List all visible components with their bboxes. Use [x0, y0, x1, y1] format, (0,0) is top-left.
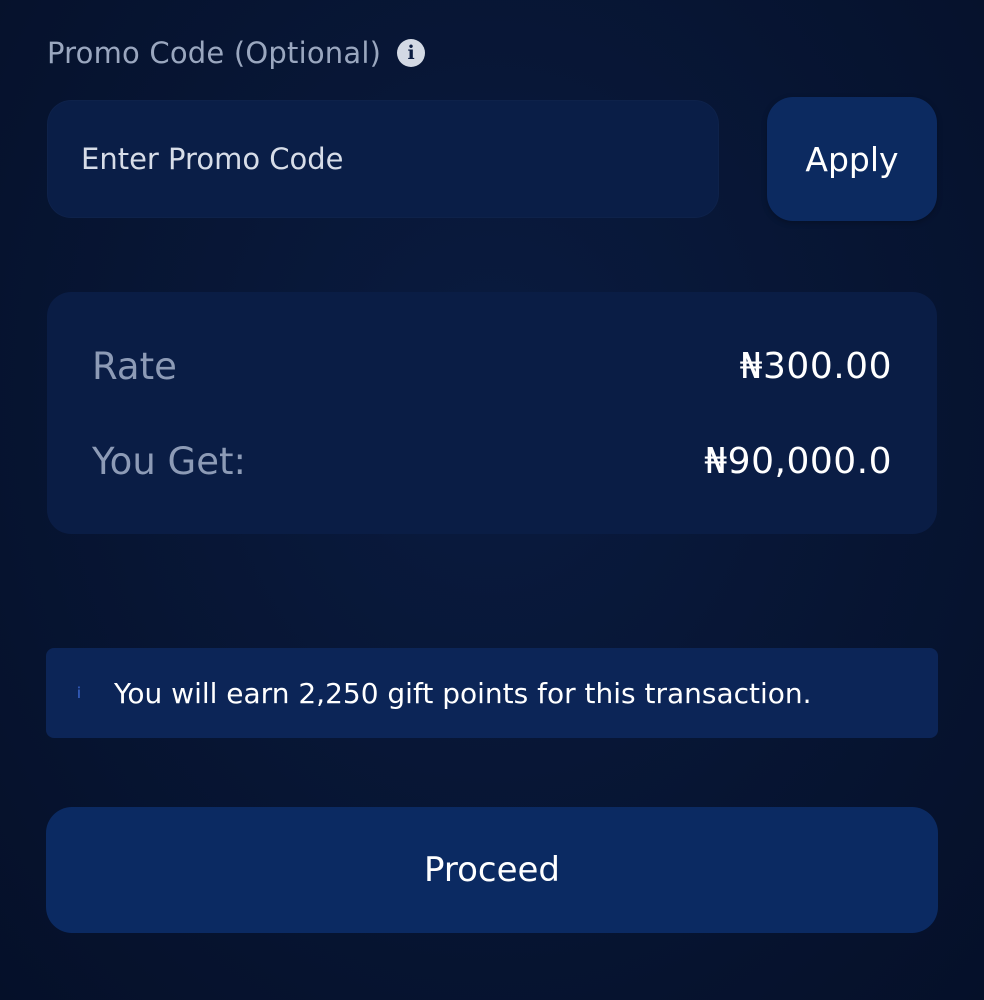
rate-row: Rate ₦300.00 — [92, 338, 892, 394]
summary-card: Rate ₦300.00 You Get: ₦90,000.0 — [47, 292, 937, 534]
rate-value: ₦300.00 — [739, 345, 892, 387]
info-icon[interactable]: i — [397, 39, 426, 67]
rate-label: Rate — [92, 344, 177, 388]
promo-code-label: Promo Code (Optional) — [47, 36, 382, 70]
promo-checkout-screen: Promo Code (Optional) i Apply Rate ₦300.… — [0, 0, 984, 1000]
you-get-row: You Get: ₦90,000.0 — [92, 433, 892, 489]
info-icon: i — [76, 684, 82, 702]
promo-code-input[interactable] — [47, 100, 719, 218]
gift-points-message: You will earn 2,250 gift points for this… — [114, 676, 812, 710]
apply-button[interactable]: Apply — [767, 97, 937, 221]
you-get-label: You Get: — [92, 439, 246, 483]
proceed-button[interactable]: Proceed — [46, 807, 938, 933]
you-get-value: ₦90,000.0 — [704, 440, 892, 482]
promo-label-row: Promo Code (Optional) i — [47, 30, 426, 76]
gift-points-banner: i You will earn 2,250 gift points for th… — [46, 648, 938, 738]
